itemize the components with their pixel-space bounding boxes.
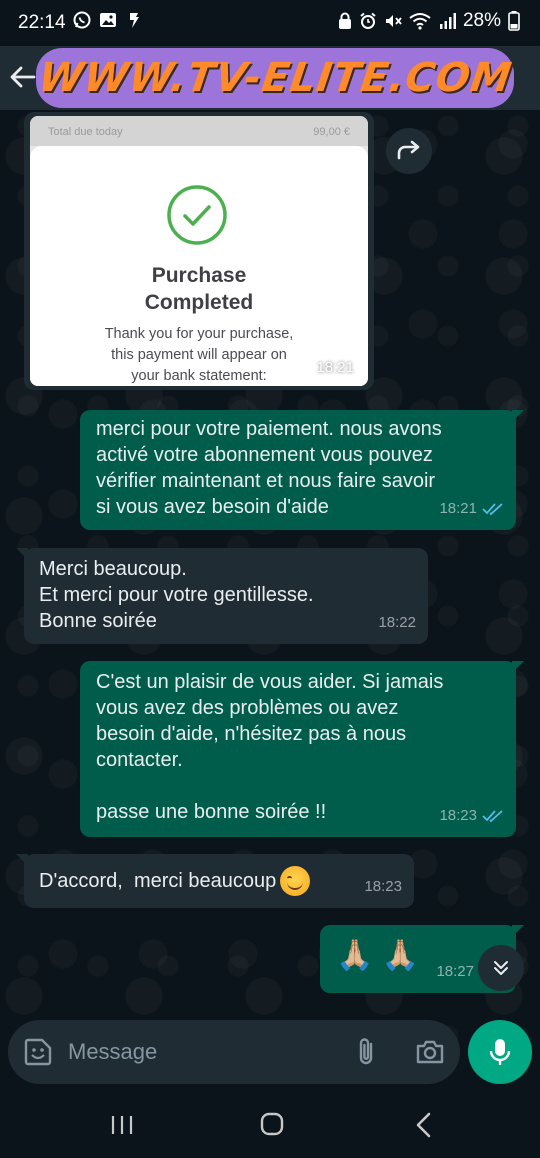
purchase-desc-line1: Thank you for your purchase,: [104, 326, 294, 342]
status-time: 22:14: [18, 12, 66, 33]
bubble-tail: [16, 854, 28, 866]
double-chevron-down-icon: [494, 961, 508, 975]
message-text: 🙏🏼 🙏🏼: [336, 939, 420, 972]
message-meta: 18:23: [364, 874, 402, 900]
message-time: 18:22: [378, 614, 416, 631]
status-left-icons: [72, 10, 144, 30]
bubble-tail: [512, 925, 524, 937]
scroll-to-bottom-button[interactable]: [478, 945, 524, 991]
forward-button[interactable]: [386, 128, 432, 174]
double-check-icon: [482, 503, 503, 516]
smiling-face-emoji: [280, 866, 311, 896]
mute-icon: [385, 15, 402, 27]
message-meta: 18:21: [439, 496, 504, 522]
sticker-icon[interactable]: [22, 1036, 54, 1068]
purchase-title-line2: Completed: [144, 291, 254, 314]
notification-icon: [130, 13, 139, 28]
paperclip-icon[interactable]: [352, 1036, 380, 1068]
receipt-total-row: Total due today 99,00 €: [30, 116, 368, 146]
camera-icon[interactable]: [414, 1036, 446, 1068]
microphone-icon: [489, 1039, 511, 1065]
brand-banner-text: WWW.TV-ELITE.COM: [35, 55, 515, 101]
receipt-screenshot: Total due today 99,00 € Purchase Complet…: [30, 116, 368, 386]
image-icon: [100, 13, 116, 27]
purchase-title: Purchase Completed: [30, 262, 368, 316]
bubble-tail: [512, 661, 524, 673]
chat-header: WWW.TV-ELITE.COM: [0, 46, 540, 110]
message-text: Merci beaucoup. Et merci pour votre gent…: [39, 558, 314, 632]
whatsapp-icon: [73, 11, 91, 29]
message-time: 18:21: [316, 359, 354, 376]
check-circle-icon: [167, 185, 227, 245]
message-text: merci pour votre paiement. nous avons ac…: [96, 418, 442, 518]
receipt-total-value: 99,00 €: [313, 126, 350, 138]
signal-icon: [439, 13, 456, 29]
status-right-icons: 28%: [338, 10, 520, 32]
back-arrow-icon: [10, 66, 36, 88]
message-time: 18:21: [439, 500, 477, 517]
alarm-icon: [360, 12, 376, 29]
message-text: D'accord, merci beaucoup: [39, 870, 277, 892]
purchase-description: Thank you for your purchase, this paymen…: [30, 324, 368, 386]
lock-icon: [338, 12, 351, 29]
message-text: C'est un plaisir de vous aider. Si jamai…: [96, 671, 444, 823]
bubble-tail: [512, 410, 524, 422]
outgoing-message[interactable]: merci pour votre paiement. nous avons ac…: [80, 410, 524, 530]
incoming-message[interactable]: D'accord, merci beaucoup 18:23: [16, 854, 414, 908]
receipt-total-label: Total due today: [48, 126, 123, 138]
wifi-icon: [409, 13, 431, 30]
home-icon[interactable]: [260, 1112, 284, 1136]
incoming-message[interactable]: Merci beaucoup. Et merci pour votre gent…: [16, 548, 428, 644]
message-input[interactable]: Message: [68, 1039, 157, 1065]
voice-message-button[interactable]: [468, 1020, 532, 1084]
message-composer: Message: [8, 1020, 460, 1084]
purchase-title-line1: Purchase: [151, 264, 247, 287]
message-meta: 18:23: [439, 803, 504, 829]
double-check-icon: [482, 810, 503, 823]
message-time: 18:27: [436, 963, 474, 980]
forward-icon: [397, 140, 420, 160]
battery-percent: 28%: [462, 10, 501, 31]
battery-icon: [508, 11, 520, 31]
nav-back-icon[interactable]: [414, 1112, 434, 1138]
status-bar: 22:14 28%: [0, 0, 540, 46]
message-time: 18:23: [439, 807, 477, 824]
outgoing-message[interactable]: C'est un plaisir de vous aider. Si jamai…: [80, 661, 524, 837]
message-body: D'accord, merci beaucoup: [39, 866, 311, 896]
message-time: 18:23: [364, 878, 402, 895]
image-message[interactable]: Total due today 99,00 € Purchase Complet…: [24, 112, 374, 390]
brand-banner: WWW.TV-ELITE.COM: [35, 48, 515, 108]
message-meta: 18:22: [378, 610, 416, 636]
bubble-tail: [16, 548, 28, 560]
message-meta: 18:27: [436, 959, 474, 985]
recent-apps-icon[interactable]: [110, 1114, 134, 1136]
system-navigation-bar: [0, 1092, 540, 1158]
purchase-card: Purchase Completed Thank you for your pu…: [30, 146, 368, 386]
